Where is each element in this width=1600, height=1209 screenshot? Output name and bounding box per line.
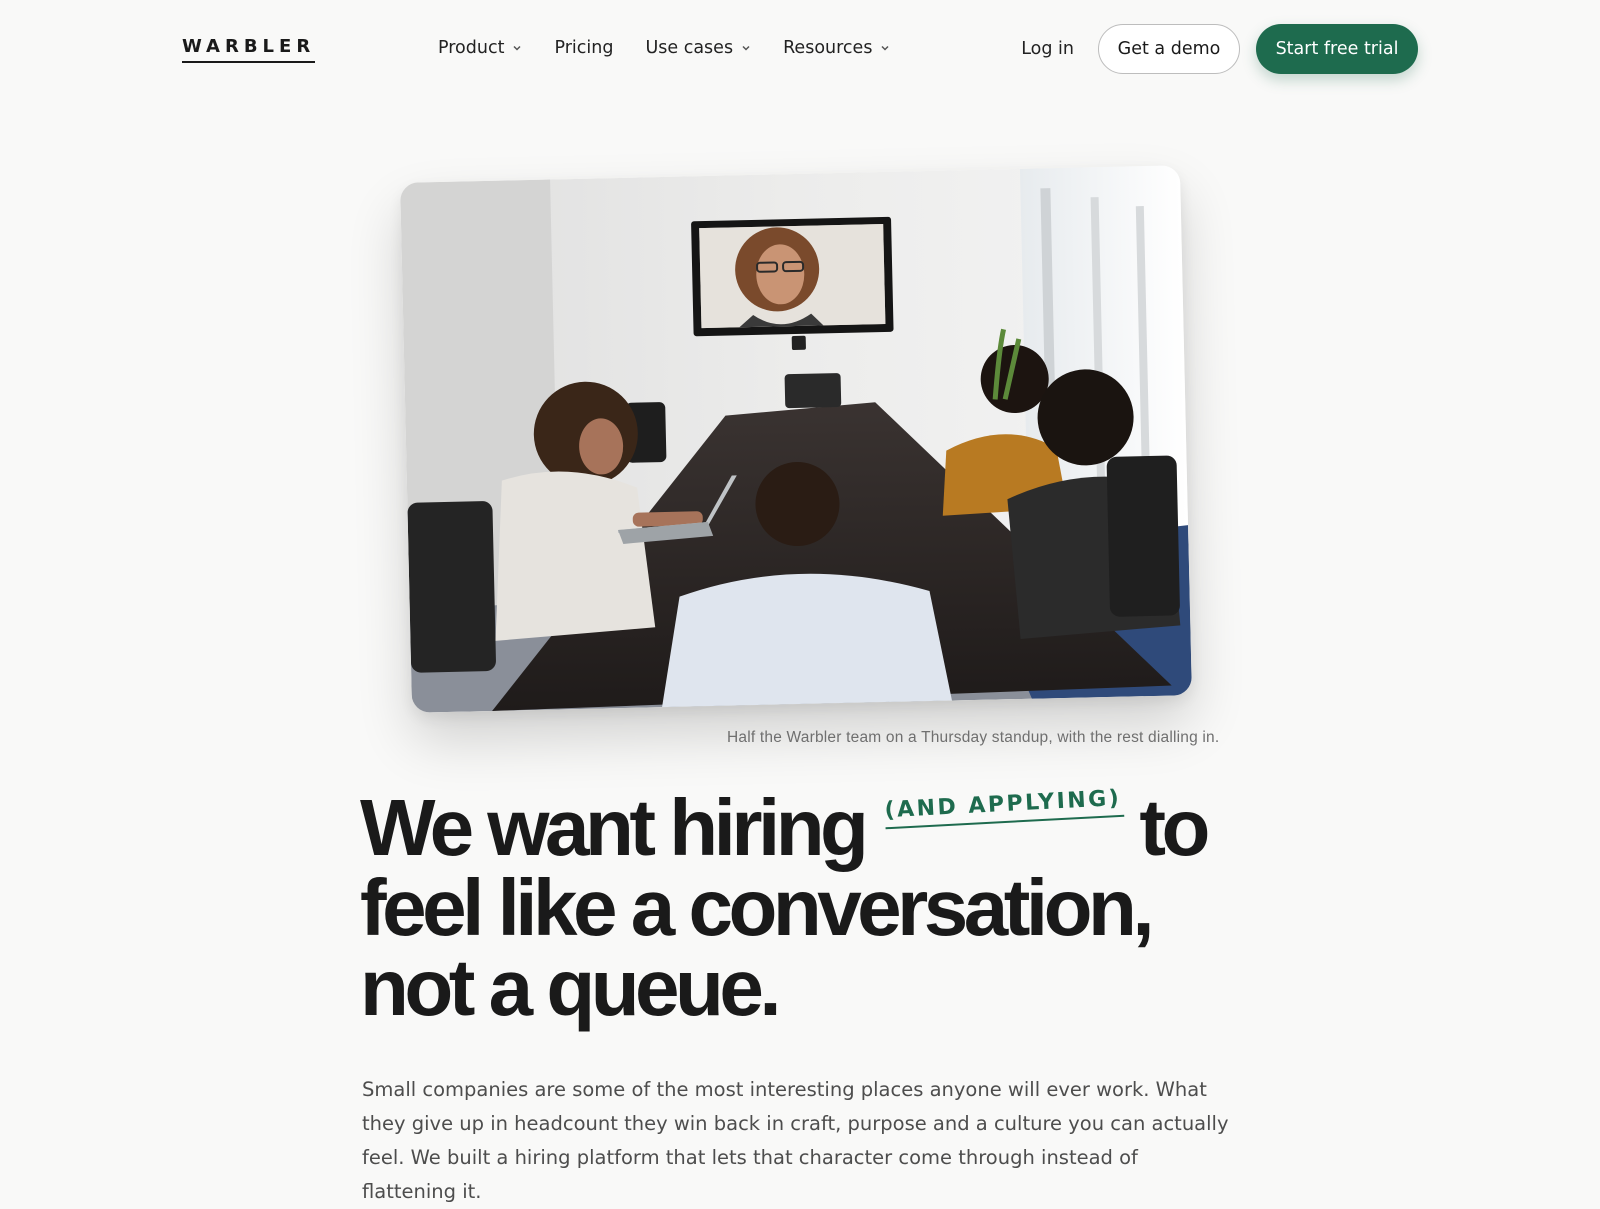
nav-item-label: Product <box>438 38 505 58</box>
nav-item-label: Use cases <box>645 38 734 58</box>
nav-item-label: Pricing <box>554 38 614 58</box>
chevron-down-icon <box>513 45 521 51</box>
meeting-photo <box>400 165 1192 713</box>
hero-headline: We want hiring (AND APPLYING) to feel like… <box>360 786 1260 1032</box>
photo-caption: Half the Warbler team on a Thursday stan… <box>727 729 1220 746</box>
logo[interactable]: WARBLER <box>182 36 316 63</box>
primary-nav: Product Pricing Use cases Resources <box>438 38 890 58</box>
top-nav: WARBLER Product Pricing Use cases Resour… <box>0 0 1600 100</box>
headline-text: We want hiring <box>360 783 869 872</box>
nav-item-pricing[interactable]: Pricing <box>554 38 613 58</box>
chevron-down-icon <box>881 45 889 51</box>
nav-item-label: Resources <box>783 38 873 58</box>
nav-actions: Log in Get a demo Start free trial <box>1021 24 1418 74</box>
hero-photo <box>400 165 1192 713</box>
nav-item-use-cases[interactable]: Use cases <box>645 38 751 58</box>
hero-description: Small companies are some of the most int… <box>362 1078 1229 1203</box>
get-demo-button[interactable]: Get a demo <box>1098 24 1240 74</box>
start-trial-button[interactable]: Start free trial <box>1256 24 1418 74</box>
chevron-down-icon <box>742 45 750 51</box>
headline-aside: (AND APPLYING) <box>884 786 1125 830</box>
headline-line-1: We want hiring (AND APPLYING) to <box>360 786 1260 868</box>
headline-line-3: not a queue. <box>360 943 782 1032</box>
nav-item-product[interactable]: Product <box>438 38 522 58</box>
headline-line-2: feel like a conversation, <box>360 863 1155 952</box>
headline-text: to <box>1139 783 1210 872</box>
nav-item-resources[interactable]: Resources <box>783 38 890 58</box>
login-link[interactable]: Log in <box>1021 39 1074 59</box>
